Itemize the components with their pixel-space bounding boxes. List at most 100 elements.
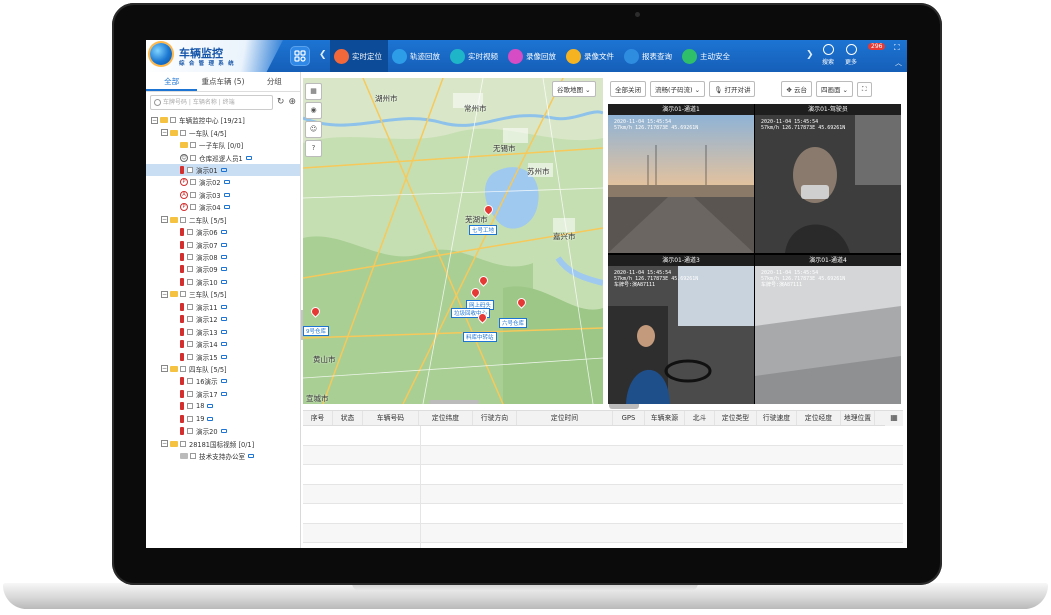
tree-item[interactable]: − 车辆监控中心 [19/21] xyxy=(146,114,300,126)
tree-item[interactable]: 演示13 xyxy=(146,325,300,337)
tree-item[interactable]: − 二车队 [5/5] xyxy=(146,214,300,226)
nav-item-1[interactable]: 实时定位 xyxy=(330,40,388,72)
tree-checkbox[interactable] xyxy=(190,179,196,186)
table-row[interactable] xyxy=(303,465,903,485)
tree-item[interactable]: − 三车队 [5/5] xyxy=(146,288,300,300)
intercom-button[interactable]: 🎙 打开对讲 xyxy=(709,81,756,97)
column-header[interactable]: 行驶速度 xyxy=(757,411,797,425)
map-marker-label[interactable]: 六号仓库 xyxy=(499,318,528,328)
tree-checkbox[interactable] xyxy=(187,316,193,323)
tree-item[interactable]: ☺ 仓库巡逻人员1 xyxy=(146,151,300,163)
table-row[interactable] xyxy=(303,504,903,524)
nav-item-3[interactable]: 实时视频 xyxy=(446,40,504,72)
video-icon[interactable] xyxy=(220,317,227,322)
tree-checkbox[interactable] xyxy=(180,365,186,372)
map-type-select[interactable]: 谷歌地图 ⌄ xyxy=(552,81,596,97)
tree-checkbox[interactable] xyxy=(187,278,193,285)
close-all-button[interactable]: 全部关闭 xyxy=(610,81,646,97)
tree-checkbox[interactable] xyxy=(187,241,193,248)
map-help-button[interactable]: ? xyxy=(305,140,322,157)
video-icon[interactable] xyxy=(248,454,255,459)
tree-checkbox[interactable] xyxy=(187,353,193,360)
tree-item[interactable]: P 演示02 xyxy=(146,176,300,188)
expand-toggle-icon[interactable]: − xyxy=(161,290,168,298)
tree-item[interactable]: 演示10 xyxy=(146,276,300,288)
tree-checkbox[interactable] xyxy=(190,142,196,149)
tree-checkbox[interactable] xyxy=(180,440,186,447)
map-resize-handle[interactable] xyxy=(429,400,479,404)
tree-item[interactable]: 演示20 xyxy=(146,425,300,437)
video-fullscreen-button[interactable]: ⛶ xyxy=(856,81,872,97)
expand-toggle-icon[interactable]: − xyxy=(161,129,168,137)
video-icon[interactable] xyxy=(220,242,227,247)
table-row[interactable] xyxy=(303,523,903,543)
tree-item[interactable]: − 28181国标视频 [0/1] xyxy=(146,437,300,449)
tree-checkbox[interactable] xyxy=(187,341,193,348)
column-header[interactable]: 序号 xyxy=(303,411,333,425)
video-channel-2[interactable]: 演示01-驾驶员 2020-11-04 15:45:54 57km/h 126.7… xyxy=(755,104,901,253)
tree-checkbox[interactable] xyxy=(187,390,193,397)
nav-next-icon[interactable]: ❯ xyxy=(806,50,814,60)
tree-item[interactable]: 技术支持办公室 xyxy=(146,450,300,462)
locate-icon[interactable]: ⊕ xyxy=(288,97,296,107)
nav-item-4[interactable]: 录像回放 xyxy=(504,40,562,72)
video-resize-handle[interactable] xyxy=(609,404,639,409)
tree-checkbox[interactable] xyxy=(187,378,193,385)
tree-checkbox[interactable] xyxy=(180,129,186,136)
tree-item[interactable]: 19 xyxy=(146,413,300,425)
video-icon[interactable] xyxy=(220,267,227,272)
collapse-icon[interactable]: ︿ xyxy=(895,58,902,68)
stream-select[interactable]: 流畅(子码流) ⌄ xyxy=(650,81,706,97)
column-header[interactable]: 定位经度 xyxy=(797,411,841,425)
tree-checkbox[interactable] xyxy=(180,291,186,298)
tree-item[interactable]: 一子车队 [0/0] xyxy=(146,139,300,151)
column-settings-icon[interactable]: ▦ xyxy=(885,411,903,426)
table-row[interactable] xyxy=(303,484,903,504)
map-marker-label[interactable]: 料库中转站 xyxy=(463,332,497,342)
video-icon[interactable] xyxy=(207,404,214,409)
map-layers-button[interactable]: ▦ xyxy=(305,83,322,100)
fullscreen-icon[interactable]: ⛶ xyxy=(894,43,900,53)
tree-checkbox[interactable] xyxy=(187,254,193,261)
video-icon[interactable] xyxy=(223,180,230,185)
tree-checkbox[interactable] xyxy=(190,154,196,161)
tree-item[interactable]: A 演示03 xyxy=(146,189,300,201)
tree-checkbox[interactable] xyxy=(187,166,193,173)
more-button[interactable]: 更多 xyxy=(840,44,862,66)
tree-item[interactable]: 演示01 xyxy=(146,163,300,177)
video-channel-1[interactable]: 演示01-通道1 2020-11-04 15:45:54 57km/h 126.7… xyxy=(608,104,754,253)
column-header[interactable]: 北斗 xyxy=(685,411,715,425)
expand-toggle-icon[interactable]: − xyxy=(151,116,158,124)
video-channel-4[interactable]: 演示01-通道4 2020-11-04 15:45:54 57km/h 126.7… xyxy=(755,255,901,404)
video-channel-3[interactable]: 演示01-通道3 2020-11-04 15:45:54 57km/h 126.7… xyxy=(608,255,754,404)
tree-item[interactable]: − 四车队 [5/5] xyxy=(146,363,300,375)
search-button[interactable]: 搜索 xyxy=(817,44,839,66)
tree-item[interactable]: 演示11 xyxy=(146,301,300,313)
column-header[interactable]: 车辆来源 xyxy=(645,411,685,425)
table-row[interactable] xyxy=(303,543,903,548)
video-icon[interactable] xyxy=(220,429,227,434)
video-icon[interactable] xyxy=(220,255,227,260)
tree-checkbox[interactable] xyxy=(170,117,176,124)
tree-checkbox[interactable] xyxy=(187,229,193,236)
map-marker-label[interactable]: 9号仓库 xyxy=(303,326,329,336)
map-view[interactable]: ▦ ◉ ☺ ? 谷歌地图 ⌄ 常州市 无锡市 苏州市 宣城市 嘉兴市 芜湖市 黄山市 湖州市 … xyxy=(303,78,603,404)
nav-item-6[interactable]: 报表查询 xyxy=(620,40,678,72)
tree-item[interactable]: 演示09 xyxy=(146,263,300,275)
column-header[interactable]: 行驶方向 xyxy=(473,411,517,425)
table-row[interactable] xyxy=(303,445,903,465)
column-header[interactable]: 定位时间 xyxy=(517,411,613,425)
tree-item[interactable]: P 演示04 xyxy=(146,201,300,213)
expand-toggle-icon[interactable]: − xyxy=(161,216,168,224)
tree-checkbox[interactable] xyxy=(187,403,193,410)
table-row[interactable] xyxy=(303,426,903,446)
tree-item[interactable]: − 一车队 [4/5] xyxy=(146,126,300,138)
tree-item[interactable]: 演示17 xyxy=(146,388,300,400)
column-header[interactable]: GPS xyxy=(613,411,645,425)
tree-item[interactable]: 演示08 xyxy=(146,251,300,263)
video-icon[interactable] xyxy=(207,416,214,421)
nav-item-2[interactable]: 轨迹回放 xyxy=(388,40,446,72)
tree-item[interactable]: 演示06 xyxy=(146,226,300,238)
video-icon[interactable] xyxy=(220,329,227,334)
tree-checkbox[interactable] xyxy=(190,204,196,211)
